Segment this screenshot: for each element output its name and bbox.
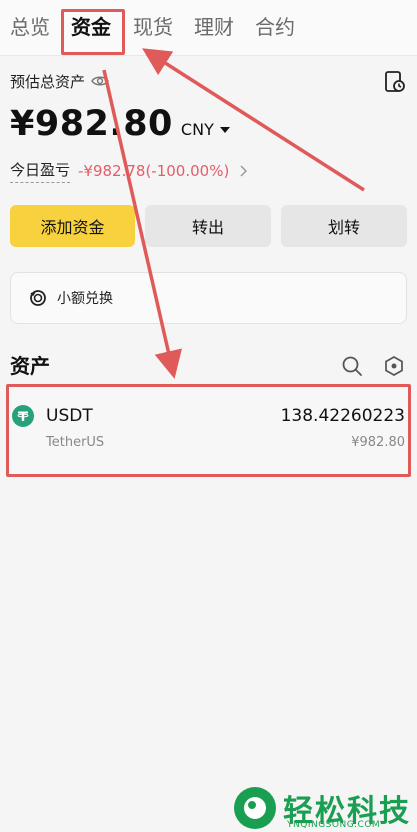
funds-page: 总览 资金 现货 理财 合约 预估总资产 ¥982.80 CNY 今日盈亏 -¥… (0, 0, 417, 832)
asset-fiat-value: ¥982.80 (351, 435, 405, 450)
tab-futures[interactable]: 合约 (255, 12, 295, 42)
total-amount: ¥982.80 (10, 104, 173, 144)
currency-selector[interactable]: CNY (181, 120, 230, 139)
asset-full-name: TetherUS (46, 435, 105, 450)
withdraw-button[interactable]: 转出 (145, 205, 271, 247)
caret-down-icon (219, 126, 230, 133)
usdt-coin-icon (12, 405, 34, 427)
tab-overview[interactable]: 总览 (10, 12, 50, 42)
chevron-right-icon (240, 165, 248, 177)
estimated-total-label: 预估总资产 (10, 72, 86, 91)
pnl-label: 今日盈亏 (10, 159, 71, 183)
small-exchange-button[interactable]: 小额兑换 (10, 272, 407, 324)
asset-quantity: 138.42260223 (280, 406, 405, 426)
transfer-button[interactable]: 划转 (281, 205, 407, 247)
exchange-icon (30, 290, 46, 306)
total-amount-row: ¥982.80 CNY (10, 104, 230, 150)
add-funds-button[interactable]: 添加资金 (10, 205, 135, 247)
currency-label: CNY (180, 120, 214, 139)
watermark: 轻松科技 YNQINGSONG.COM (231, 784, 417, 832)
assets-section-title: 资产 (10, 354, 50, 378)
annotation-box-tab (61, 9, 125, 55)
tab-earn[interactable]: 理财 (194, 12, 234, 42)
watermark-logo-icon (234, 787, 276, 829)
watermark-subtext: YNQINGSONG.COM (287, 820, 381, 830)
small-exchange-label: 小额兑换 (57, 291, 113, 307)
tab-spot[interactable]: 现货 (133, 12, 173, 42)
search-icon[interactable] (341, 355, 363, 377)
hexagon-settings-icon[interactable] (383, 355, 405, 377)
estimated-total-row: 预估总资产 (10, 70, 109, 92)
pnl-row[interactable]: 今日盈亏 -¥982.78(-100.00%) (10, 158, 248, 184)
pnl-value: -¥982.78(-100.00%) (78, 162, 230, 180)
top-tab-bar: 总览 资金 现货 理财 合约 (0, 0, 417, 56)
asset-symbol: USDT (46, 406, 93, 426)
asset-row-usdt[interactable]: USDT TetherUS 138.42260223 ¥982.80 (6, 384, 411, 477)
history-icon[interactable] (384, 70, 406, 94)
eye-icon[interactable] (91, 75, 109, 87)
